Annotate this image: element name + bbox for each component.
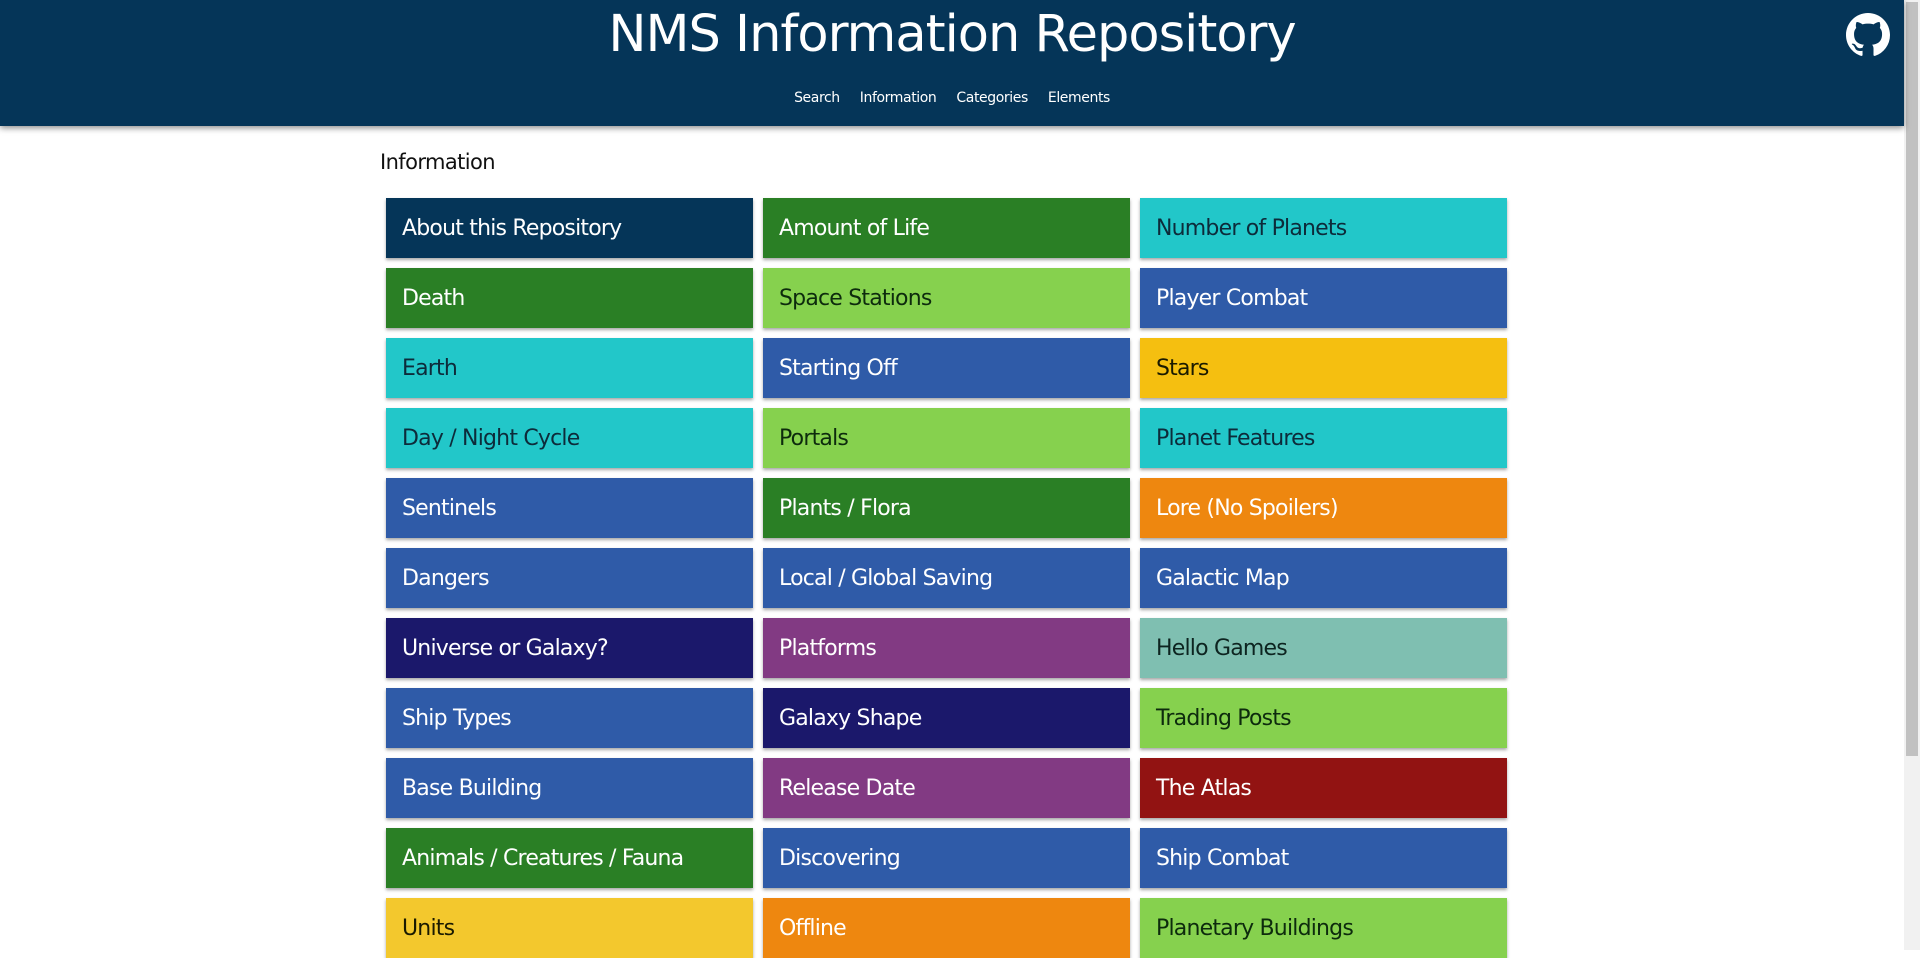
nav-categories[interactable]: Categories: [956, 86, 1028, 110]
info-tile[interactable]: Earth: [386, 338, 753, 398]
info-tile[interactable]: Planet Features: [1140, 408, 1507, 468]
info-tile[interactable]: Dangers: [386, 548, 753, 608]
info-tile[interactable]: Amount of Life: [763, 198, 1130, 258]
information-grid: About this Repository Amount of Life Numbe…: [386, 198, 1507, 958]
info-tile[interactable]: About this Repository: [386, 198, 753, 258]
info-tile[interactable]: Ship Combat: [1140, 828, 1507, 888]
info-tile[interactable]: Starting Off: [763, 338, 1130, 398]
nav-search[interactable]: Search: [794, 86, 840, 110]
info-tile[interactable]: Space Stations: [763, 268, 1130, 328]
info-tile[interactable]: Base Building: [386, 758, 753, 818]
info-tile[interactable]: Offline: [763, 898, 1130, 958]
info-tile[interactable]: Portals: [763, 408, 1130, 468]
nav-information[interactable]: Information: [860, 86, 937, 110]
nav-elements[interactable]: Elements: [1048, 86, 1110, 110]
site-header: NMS Information Repository Search Inform…: [0, 0, 1904, 126]
info-tile[interactable]: Player Combat: [1140, 268, 1507, 328]
info-tile[interactable]: Animals / Creatures / Fauna: [386, 828, 753, 888]
info-tile[interactable]: Death: [386, 268, 753, 328]
section-heading: Information: [380, 150, 496, 174]
info-tile[interactable]: Discovering: [763, 828, 1130, 888]
info-tile[interactable]: Ship Types: [386, 688, 753, 748]
info-tile[interactable]: Galactic Map: [1140, 548, 1507, 608]
info-tile[interactable]: Sentinels: [386, 478, 753, 538]
site-title: NMS Information Repository: [608, 5, 1296, 64]
info-tile[interactable]: Local / Global Saving: [763, 548, 1130, 608]
info-tile[interactable]: Universe or Galaxy?: [386, 618, 753, 678]
info-tile[interactable]: Hello Games: [1140, 618, 1507, 678]
info-tile[interactable]: Units: [386, 898, 753, 958]
info-tile[interactable]: Platforms: [763, 618, 1130, 678]
github-icon[interactable]: [1846, 13, 1890, 57]
info-tile[interactable]: The Atlas: [1140, 758, 1507, 818]
info-tile[interactable]: Stars: [1140, 338, 1507, 398]
info-tile[interactable]: Number of Planets: [1140, 198, 1507, 258]
info-tile[interactable]: Plants / Flora: [763, 478, 1130, 538]
info-tile[interactable]: Release Date: [763, 758, 1130, 818]
info-tile[interactable]: Day / Night Cycle: [386, 408, 753, 468]
main-nav: Search Information Categories Elements: [0, 86, 1904, 110]
info-tile[interactable]: Lore (No Spoilers): [1140, 478, 1507, 538]
info-tile[interactable]: Galaxy Shape: [763, 688, 1130, 748]
github-icon-svg: [1846, 13, 1890, 56]
info-tile[interactable]: Trading Posts: [1140, 688, 1507, 748]
info-tile[interactable]: Planetary Buildings: [1140, 898, 1507, 958]
scrollbar-thumb[interactable]: [1906, 2, 1918, 756]
